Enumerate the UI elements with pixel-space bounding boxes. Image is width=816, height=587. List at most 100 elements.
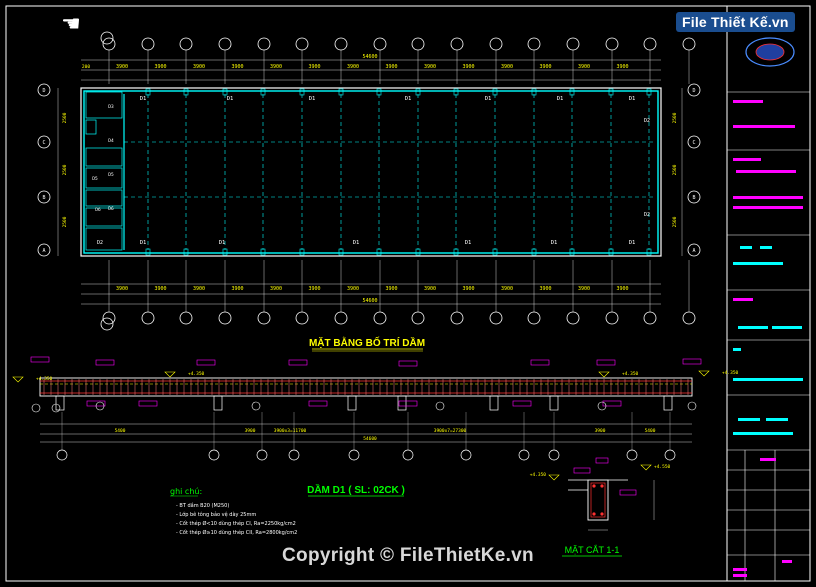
axis-bubble-elevation [256, 449, 268, 461]
axis-bubble-top [489, 37, 503, 51]
beam-tag-small: D6 [108, 206, 114, 212]
axis-bubble-elevation [208, 449, 220, 461]
axis-bubble-top [605, 37, 619, 51]
room-outline [85, 119, 97, 135]
beam-tag-d2: D2 [97, 240, 103, 246]
axis-bubble-top [334, 37, 348, 51]
span-dimension-top: 3900 [501, 64, 513, 70]
support-column [213, 395, 223, 411]
span-dimension-top: 3900 [539, 64, 551, 70]
elevation-dimension: 5400 [115, 428, 126, 434]
span-dimension-top: 3900 [308, 64, 320, 70]
beam-tag-small: D3 [108, 104, 114, 110]
cad-drawing: 54600 3900 3900 3900 3900 3900 3900 3900 3900 390… [5, 5, 811, 582]
note-line: - BT dầm B20 (M250) [176, 501, 229, 509]
span-dimension-top: 3900 [270, 64, 282, 70]
span-dimension-top: 3900 [193, 64, 205, 70]
side-dimension-left: 2500 [62, 216, 68, 227]
beam-tag-d1: D1 [629, 240, 636, 246]
rebar-callout [398, 400, 418, 407]
axis-bubble-top [179, 37, 193, 51]
site-logo: File Thiết Kế.vn [676, 12, 795, 32]
axis-label-left: C [42, 140, 45, 146]
side-dimension-right: 2500 [672, 112, 678, 123]
level-marker [698, 370, 710, 377]
title-block [726, 5, 811, 582]
axis-bubble-top [257, 37, 271, 51]
plan-title: MẶT BẰNG BỐ TRÍ DẦM [309, 335, 425, 349]
span-dimension-bottom: 3900 [231, 286, 243, 292]
section-rebar [600, 484, 604, 488]
beam-tag-d1: D1 [309, 96, 316, 102]
axis-label-left: A [42, 248, 45, 254]
building-outline [80, 87, 662, 257]
axis-label-right: B [692, 195, 695, 201]
rebar-callout [512, 400, 532, 407]
side-dimension-right: 2500 [672, 216, 678, 227]
axis-label-right: A [692, 248, 695, 254]
side-dimension-right: 2500 [672, 164, 678, 175]
axis-bubble-bottom [257, 311, 271, 325]
axis-bubble-bottom [295, 311, 309, 325]
rebar-callout [138, 400, 158, 407]
beam-tag-d1: D1 [140, 240, 147, 246]
span-dimension-bottom: 3900 [347, 286, 359, 292]
axis-bubble-bottom [179, 311, 193, 325]
span-dimension-bottom: 3900 [193, 286, 205, 292]
span-dimension-bottom: 3900 [578, 286, 590, 292]
support-column [347, 395, 357, 411]
elevation-dimension: 3900 [595, 428, 606, 434]
axis-bubble-top [450, 37, 464, 51]
elevation-dimension: 3900x7=27300 [434, 428, 467, 434]
notes-heading: ghi chú: [170, 487, 202, 496]
room-outline [85, 207, 123, 227]
beam-layout-plan: 54600 3900 3900 3900 3900 3900 3900 3900 3900 390… [37, 31, 701, 331]
axis-bubble-bottom [373, 311, 387, 325]
span-dimension-bottom: 3900 [154, 286, 166, 292]
span-dimension-top: 3900 [385, 64, 397, 70]
rebar-callout [196, 359, 216, 366]
level-label: +4.350 [188, 371, 205, 377]
beam-tag-small: D5 [108, 172, 114, 178]
support-column [489, 395, 499, 411]
dimension-total: 54600 [362, 54, 377, 60]
axis-bubble-top [527, 37, 541, 51]
axis-bubble-top [373, 37, 387, 51]
span-dimension-bottom: 3900 [501, 286, 513, 292]
axis-label-right: D [692, 88, 695, 94]
axis-bubble-bottom [141, 311, 155, 325]
axis-bubble-elevation [548, 449, 560, 461]
axis-bubble-top [643, 37, 657, 51]
level-label: +4.350 [36, 376, 53, 382]
axis-bubble-top [411, 37, 425, 51]
beam-tag-d1: D1 [485, 96, 492, 102]
general-notes: ghi chú: - BT dầm B20 (M250) - Lớp bê tô… [170, 487, 297, 536]
axis-bubble-elevation [288, 449, 300, 461]
axis-bubble-top [566, 37, 580, 51]
rebar-callout [288, 359, 308, 366]
section-rebar [592, 512, 596, 516]
rebar-callout [30, 356, 50, 363]
beam-tag-d1: D1 [557, 96, 564, 102]
beam-tag-d1: D1 [140, 96, 147, 102]
axis-bubble-elevation [56, 449, 68, 461]
section-marker [31, 403, 41, 413]
elevation-title: DẦM D1 ( SL: 02CK ) [307, 483, 405, 496]
span-dimension-top: 3900 [231, 64, 243, 70]
axis-bubble-bottom [218, 311, 232, 325]
axis-bubble-top [218, 37, 232, 51]
note-line: - Cốt thép Ø<10 dùng thép CI, Ra=2250kg/… [176, 520, 296, 527]
beam-tag-d2: D2 [644, 212, 650, 218]
axis-bubble-elevation [518, 449, 530, 461]
room-outline [85, 189, 123, 207]
beam-tag-d1: D1 [227, 96, 234, 102]
level-marker [12, 376, 24, 383]
section-marker [687, 401, 697, 411]
span-dimension-bottom: 3900 [270, 286, 282, 292]
copyright-watermark: Copyright © FileThietKe.vn [282, 545, 534, 566]
axis-bubble-top [141, 37, 155, 51]
beam-elevation: +4.350 +4.350 +4.350 +4.350 5400 3900 3900x3=1… [12, 356, 739, 461]
span-dimension-top: 3900 [578, 64, 590, 70]
beam-tag-small: D5 [92, 176, 98, 182]
support-column [549, 395, 559, 411]
